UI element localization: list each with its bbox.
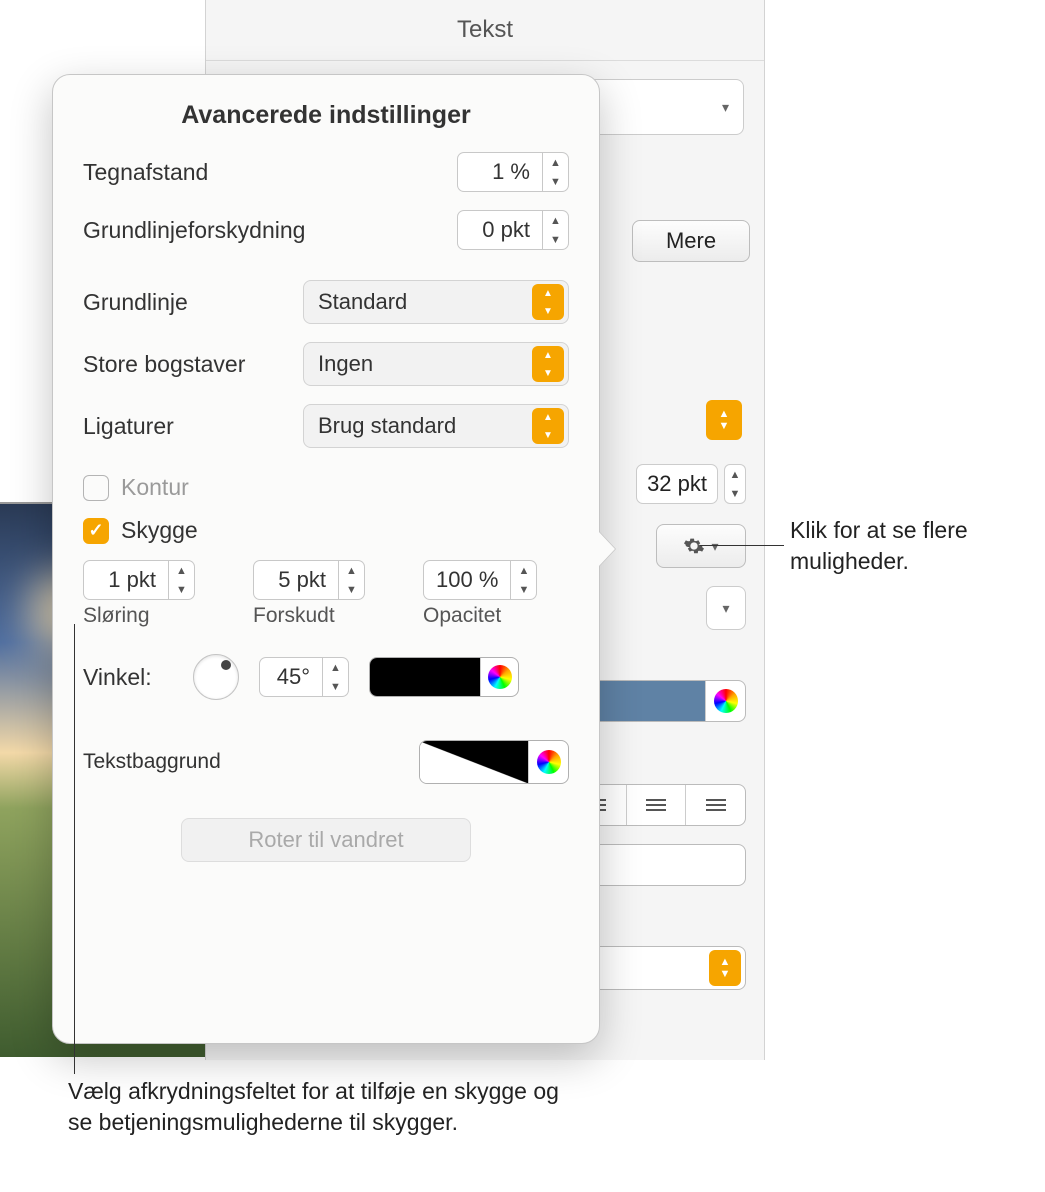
font-size-stepper[interactable]: ▲▼ — [724, 464, 746, 504]
shadow-blur-stepper[interactable]: 1 pkt ▲▼ — [83, 560, 229, 600]
shadow-checkbox[interactable]: ✓ — [83, 518, 109, 544]
shadow-angle-value[interactable]: 45° — [259, 657, 323, 697]
shadow-opacity-value[interactable]: 100 % — [423, 560, 511, 600]
sidebar-title: Tekst — [206, 0, 764, 61]
more-button[interactable]: Mere — [632, 220, 750, 262]
capitalization-value: Ingen — [318, 351, 373, 377]
baseline-shift-stepper[interactable]: 0 pkt ▲▼ — [457, 210, 569, 250]
color-swatch — [370, 658, 480, 696]
capitalization-label: Store bogstaver — [83, 351, 283, 378]
chevron-down-icon — [711, 538, 718, 555]
gear-icon — [683, 535, 705, 557]
shadow-angle-dial[interactable] — [193, 654, 239, 700]
shadow-color-well[interactable] — [369, 657, 519, 697]
color-picker-button[interactable] — [705, 681, 745, 721]
char-spacing-value[interactable]: 1 % — [457, 152, 543, 192]
shadow-opacity-stepper[interactable]: 100 % ▲▼ — [423, 560, 569, 600]
ligatures-value: Brug standard — [318, 413, 456, 439]
text-background-label: Tekstbaggrund — [83, 750, 221, 774]
shadow-angle-stepper[interactable]: 45° ▲▼ — [259, 657, 349, 697]
no-color-icon — [420, 741, 528, 783]
alignment-dropdown-partial[interactable] — [706, 586, 746, 630]
popover-title: Avancerede indstillinger — [83, 101, 569, 130]
char-spacing-stepper[interactable]: 1 % ▲▼ — [457, 152, 569, 192]
shadow-blur-label: Sløring — [83, 604, 229, 628]
chevron-down-icon — [722, 600, 729, 617]
ligatures-select[interactable]: Brug standard ▲▼ — [303, 404, 569, 448]
char-spacing-label: Tegnafstand — [83, 159, 208, 186]
shadow-offset-label: Forskudt — [253, 604, 399, 628]
color-wheel-icon — [537, 750, 561, 774]
callout-text-right: Klik for at se flere muligheder. — [790, 515, 1040, 577]
callout-leader-line — [700, 545, 784, 546]
shadow-angle-label: Vinkel: — [83, 664, 173, 691]
callout-leader-line — [74, 624, 75, 1074]
baseline-select[interactable]: Standard ▲▼ — [303, 280, 569, 324]
shadow-opacity-label: Opacitet — [423, 604, 569, 628]
font-family-stepper[interactable]: ▲▼ — [706, 400, 742, 440]
rotate-to-horizontal-button[interactable]: Roter til vandret — [181, 818, 471, 862]
outline-checkbox[interactable] — [83, 475, 109, 501]
color-picker-button[interactable] — [528, 741, 568, 783]
capitalization-select[interactable]: Ingen ▲▼ — [303, 342, 569, 386]
outline-label: Kontur — [121, 474, 189, 501]
align-bottom-icon[interactable] — [685, 785, 745, 825]
chevron-down-icon — [722, 99, 729, 116]
advanced-settings-popover: Avancerede indstillinger Tegnafstand 1 %… — [52, 74, 600, 1044]
shadow-offset-stepper[interactable]: 5 pkt ▲▼ — [253, 560, 399, 600]
font-size-field[interactable]: 32 pkt — [636, 464, 718, 504]
color-picker-button[interactable] — [480, 658, 518, 696]
baseline-label: Grundlinje — [83, 289, 283, 316]
baseline-shift-label: Grundlinjeforskydning — [83, 217, 305, 244]
shadow-label: Skygge — [121, 517, 198, 544]
ligatures-label: Ligaturer — [83, 413, 283, 440]
shadow-offset-value[interactable]: 5 pkt — [253, 560, 339, 600]
text-background-color-well[interactable] — [419, 740, 569, 784]
baseline-value: Standard — [318, 289, 407, 315]
baseline-shift-value[interactable]: 0 pkt — [457, 210, 543, 250]
spacing-stepper[interactable]: ▲▼ — [709, 950, 741, 986]
color-wheel-icon — [714, 689, 738, 713]
align-middle-icon[interactable] — [626, 785, 686, 825]
advanced-options-gear-button[interactable] — [656, 524, 746, 568]
shadow-blur-value[interactable]: 1 pkt — [83, 560, 169, 600]
color-wheel-icon — [488, 665, 512, 689]
callout-text-bottom: Vælg afkrydningsfeltet for at tilføje en… — [68, 1076, 568, 1138]
